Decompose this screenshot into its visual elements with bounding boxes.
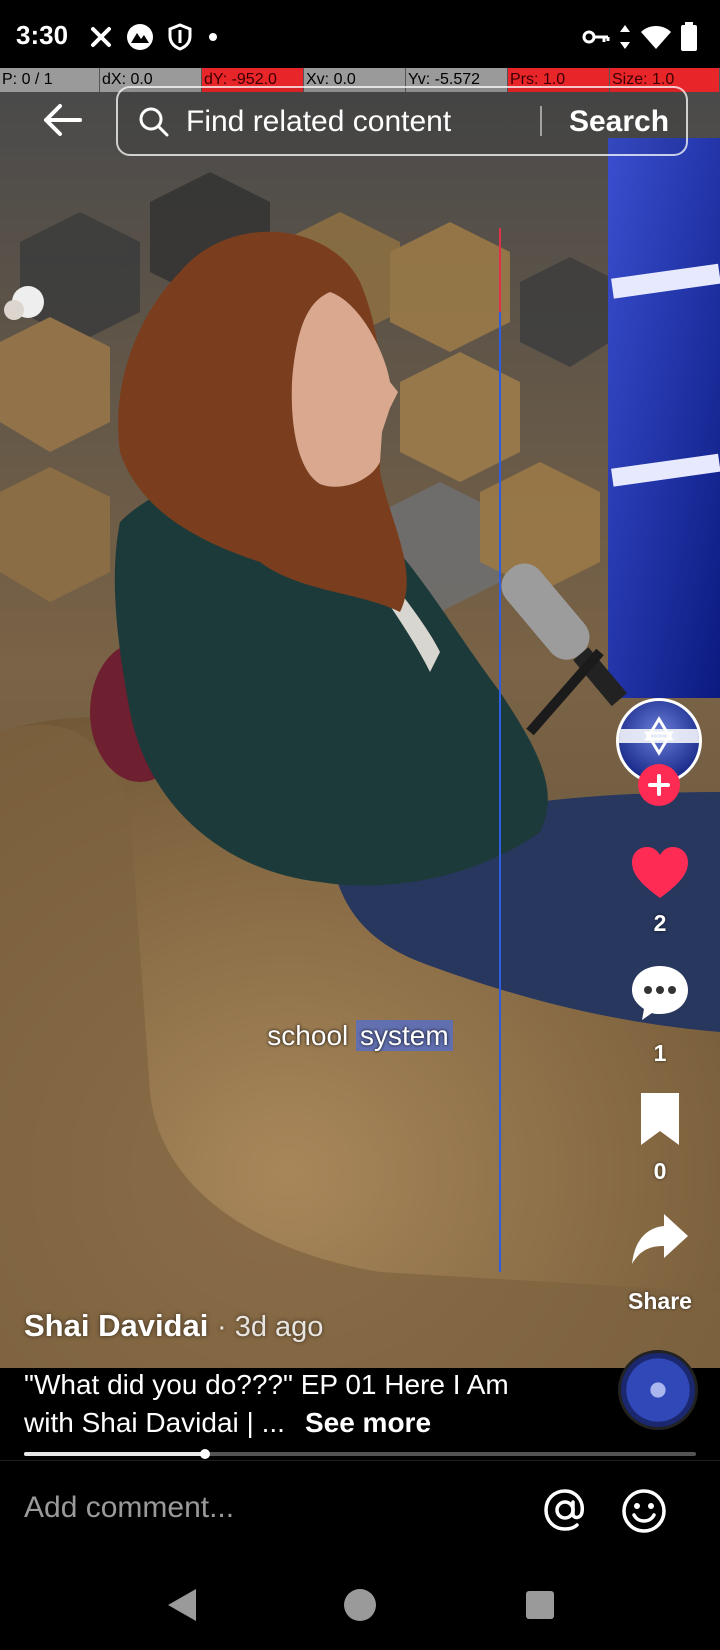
shield-icon <box>168 23 192 51</box>
comment-button[interactable] <box>622 958 698 1028</box>
system-nav-bar <box>0 1560 720 1650</box>
bookmark-button[interactable] <box>622 1084 698 1154</box>
status-time: 3:30 <box>16 20 69 50</box>
arrow-left-icon <box>44 104 82 136</box>
mention-button[interactable] <box>540 1485 590 1535</box>
share-arrow-icon <box>632 1214 688 1264</box>
bookmark-icon <box>641 1093 679 1145</box>
square-recents-icon <box>526 1591 554 1619</box>
music-disc[interactable] <box>618 1350 698 1430</box>
comment-bubble-icon <box>632 966 688 1020</box>
circle-home-icon <box>344 1589 376 1621</box>
nav-back-button[interactable] <box>152 1582 212 1628</box>
triangle-back-icon <box>168 1589 196 1621</box>
status-left-icons <box>90 20 220 54</box>
comment-input[interactable]: Add comment... <box>24 1491 234 1525</box>
battery-icon <box>680 22 698 52</box>
caption-plain: school <box>267 1020 349 1051</box>
caption-highlight: system <box>356 1020 453 1051</box>
data-arrows-icon <box>618 24 632 50</box>
search-bar[interactable]: Find related content Search <box>116 86 688 156</box>
search-input[interactable]: Find related content <box>186 105 451 139</box>
nav-home-button[interactable] <box>330 1582 390 1628</box>
debug-pointer-count: P: 0 / 1 <box>0 68 100 92</box>
at-sign-icon <box>544 1489 585 1531</box>
like-button[interactable] <box>622 838 698 908</box>
close-x-icon <box>90 26 112 48</box>
see-more-link[interactable]: See more <box>305 1407 431 1438</box>
share-button[interactable] <box>622 1204 698 1274</box>
emoji-button[interactable] <box>618 1485 670 1537</box>
app-notification-icon <box>126 23 154 51</box>
follow-button[interactable] <box>638 764 680 806</box>
like-count: 2 <box>653 910 667 936</box>
status-bar: 3:30 <box>0 0 720 68</box>
author-line[interactable]: Shai Davidai · 3d ago <box>24 1308 323 1344</box>
post-description[interactable]: "What did you do???" EP 01 Here I Am wit… <box>24 1366 564 1442</box>
progress-thumb[interactable] <box>200 1449 211 1459</box>
wifi-icon <box>640 24 672 50</box>
post-age: · 3d ago <box>216 1311 324 1343</box>
nav-recents-button[interactable] <box>510 1582 570 1628</box>
search-button[interactable]: Search <box>554 102 684 142</box>
progress-fill <box>24 1452 206 1456</box>
status-right-icons <box>582 20 698 54</box>
comment-bar: Add comment... <box>0 1460 720 1560</box>
back-button[interactable] <box>38 98 86 142</box>
video-progress-bar[interactable] <box>24 1449 696 1459</box>
dot-icon <box>206 30 220 44</box>
share-label: Share <box>628 1288 692 1314</box>
comment-count: 1 <box>653 1040 667 1066</box>
search-divider <box>540 106 542 136</box>
bookmark-count: 0 <box>653 1158 667 1184</box>
smiley-icon <box>622 1489 666 1533</box>
plus-icon <box>648 774 670 796</box>
heart-icon <box>632 847 688 898</box>
description-text: "What did you do???" EP 01 Here I Am wit… <box>24 1369 509 1438</box>
vpn-key-icon <box>582 27 610 47</box>
search-icon <box>138 106 170 143</box>
author-name[interactable]: Shai Davidai <box>24 1308 208 1343</box>
